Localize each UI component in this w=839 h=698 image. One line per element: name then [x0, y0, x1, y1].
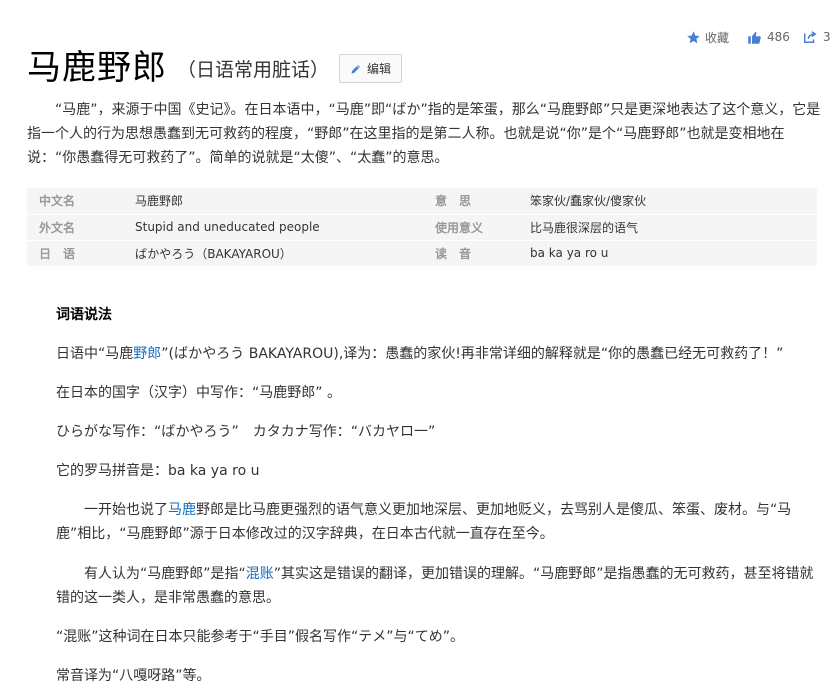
- like-count: 486: [767, 30, 790, 44]
- edit-label: 编辑: [366, 62, 391, 76]
- text: 一开始也说了: [84, 502, 168, 518]
- paragraph-4: 它的罗马拼音是：ba ka ya ro u: [56, 463, 260, 479]
- pencil-icon: [351, 64, 360, 73]
- page-title: 马鹿野郎: [27, 48, 167, 88]
- info-value: ばかやろう（BAKAYAROU）: [123, 240, 423, 267]
- share-count: 3: [823, 30, 831, 44]
- link-baka[interactable]: 马鹿: [168, 502, 196, 518]
- link-yarou[interactable]: 野郎: [133, 346, 161, 362]
- text: ”(ばかやろう BAKAYAROU),译为：愚蠢的家伙!再非常详细的解释就是“你…: [161, 346, 784, 362]
- info-label: 外文名: [27, 214, 123, 241]
- edit-button[interactable]: 编辑: [339, 54, 402, 83]
- paragraph-3: ひらがな写作：“ばかやろう” カタカナ写作：“バカヤロ一”: [56, 424, 436, 440]
- thumbs-up-icon: [748, 31, 761, 44]
- title-row: 马鹿野郎 （日语常用脏话）: [27, 46, 329, 88]
- link-konzhang[interactable]: 混账: [246, 566, 274, 582]
- summary-paragraph: “马鹿”，来源于中国《史记》。在日本语中，“马鹿”即“ばか”指的是笨蛋，那么“马…: [27, 102, 821, 166]
- paragraph-2: 在日本的国字（汉字）中写作：“马鹿野郎” 。: [56, 385, 341, 401]
- info-value: Stupid and uneducated people: [123, 214, 423, 241]
- paragraph-6: 有人认为“马鹿野郎”是指“混账”其实这是错误的翻译，更加错误的理解。“马鹿野郎”…: [56, 562, 823, 610]
- favorite-label: 收藏: [705, 30, 730, 45]
- section-title: 词语说法: [56, 307, 112, 323]
- info-label: 中文名: [27, 188, 123, 215]
- paragraph-8: 常音译为“八嘎呀路”等。: [56, 668, 211, 684]
- star-icon: [687, 30, 700, 43]
- text: 日语中“马鹿: [56, 346, 134, 362]
- info-value: 笨家伙/蠢家伙/傻家伙: [518, 188, 817, 215]
- share-button[interactable]: 3: [803, 27, 831, 47]
- info-value: 马鹿野郎: [123, 188, 423, 215]
- info-label: 意 思: [423, 188, 518, 215]
- info-label: 读 音: [423, 240, 518, 267]
- favorite-button[interactable]: 收藏: [686, 27, 729, 47]
- paragraph-7: “混账”这种词在日本只能参考于“手目”假名写作“テメ”与“てめ”。: [56, 629, 465, 645]
- info-row: 中文名 马鹿野郎 意 思 笨家伙/蠢家伙/傻家伙: [27, 188, 817, 215]
- page-subtitle: （日语常用脏话）: [177, 59, 330, 81]
- info-label: 使用意义: [423, 214, 518, 241]
- like-button[interactable]: 486: [747, 27, 790, 47]
- info-value: ba ka ya ro u: [518, 240, 817, 267]
- info-value: 比马鹿很深层的语气: [518, 214, 817, 241]
- text: 有人认为“马鹿野郎”是指“: [84, 566, 246, 582]
- info-row: 日 语 ばかやろう（BAKAYAROU） 读 音 ba ka ya ro u: [27, 240, 817, 267]
- paragraph-5: 一开始也说了马鹿野郎是比马鹿更强烈的语气意义更加地深层、更加地贬义，去骂别人是傻…: [56, 498, 823, 546]
- basic-info-table: 中文名 马鹿野郎 意 思 笨家伙/蠢家伙/傻家伙 外文名 Stupid and …: [27, 188, 817, 267]
- info-row: 外文名 Stupid and uneducated people 使用意义 比马…: [27, 214, 817, 241]
- share-icon: [804, 31, 817, 43]
- paragraph-1: 日语中“马鹿野郎”(ばかやろう BAKAYAROU),译为：愚蠢的家伙!再非常详…: [56, 342, 783, 366]
- info-label: 日 语: [27, 240, 123, 267]
- top-actions: 收藏 486 3: [686, 27, 839, 47]
